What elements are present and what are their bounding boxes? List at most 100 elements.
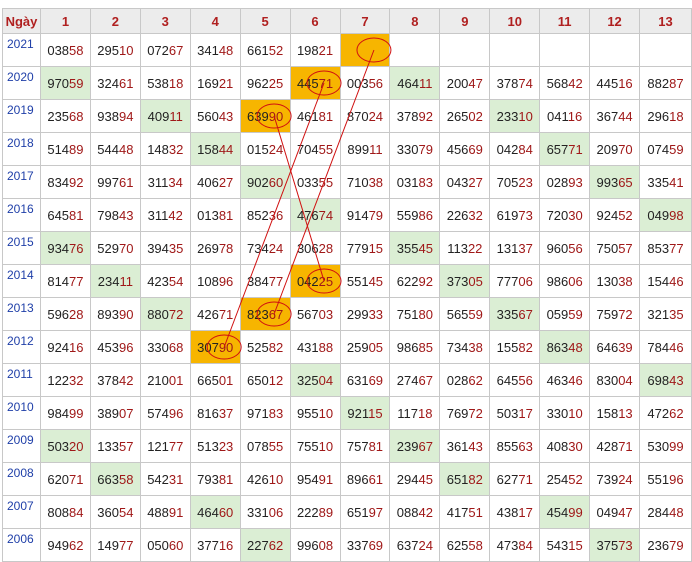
result-cell: 59628 <box>39 297 91 331</box>
result-cell: 52970 <box>89 231 141 265</box>
table-row: 2009 50320 13357 12177 51323 07855 75510 75781 2… <box>2 429 692 463</box>
number-lead: 646 <box>596 339 619 355</box>
number-tail: 42 <box>118 372 134 388</box>
result-cell: 27467 <box>389 363 441 397</box>
number-tail: 35 <box>669 306 684 322</box>
result-cell: 75781 <box>339 429 391 463</box>
number-tail: 79 <box>368 207 384 223</box>
number-tail: 74 <box>518 75 533 91</box>
number-tail: 74 <box>318 207 334 223</box>
result-cell: 79843 <box>89 198 141 232</box>
number-tail: 71 <box>568 141 583 157</box>
result-cell: 63990 <box>239 99 291 133</box>
result-cell: 02862 <box>439 363 491 397</box>
year-label: 2012 <box>2 330 41 364</box>
number-tail: 58 <box>118 471 134 487</box>
result-cell: 42354 <box>139 264 191 298</box>
number-tail: 15 <box>368 240 384 256</box>
number-lead: 757 <box>346 438 369 454</box>
number-lead: 038 <box>47 42 70 58</box>
result-cell: 55986 <box>389 198 441 232</box>
number-tail: 85 <box>418 339 433 355</box>
result-cell: 93894 <box>89 99 141 133</box>
number-tail: 17 <box>518 504 533 520</box>
number-tail: 24 <box>618 471 633 487</box>
result-cell: 45499 <box>539 495 591 529</box>
number-lead: 896 <box>346 471 369 487</box>
number-tail: 44 <box>618 108 633 124</box>
number-lead: 423 <box>147 273 169 289</box>
year-label: 2015 <box>2 231 41 265</box>
number-tail: 37 <box>218 405 234 421</box>
number-tail: 68 <box>69 108 84 124</box>
number-lead: 284 <box>647 504 670 520</box>
number-tail: 08 <box>318 537 334 553</box>
header-col-13: 13 <box>639 8 692 34</box>
number-tail: 62 <box>669 405 684 421</box>
result-cell <box>539 33 591 67</box>
number-tail: 96 <box>168 405 184 421</box>
number-lead: 028 <box>446 372 469 388</box>
number-lead: 265 <box>446 108 469 124</box>
result-cell: 66501 <box>189 363 241 397</box>
result-cell: 85377 <box>639 231 692 265</box>
result-cell: 03858 <box>39 33 91 67</box>
number-tail: 32 <box>468 207 483 223</box>
table-row: 2012 92416 45396 33068 30790 52582 43188 25905 9… <box>2 330 692 364</box>
result-cell: 00356 <box>339 66 391 100</box>
number-tail: 91 <box>318 471 334 487</box>
number-tail: 30 <box>568 438 583 454</box>
number-tail: 43 <box>118 207 134 223</box>
number-lead: 375 <box>596 537 619 553</box>
result-cell: 32135 <box>639 297 692 331</box>
number-lead: 914 <box>346 207 369 223</box>
result-cell: 77706 <box>489 264 541 298</box>
result-cell: 99608 <box>289 528 341 562</box>
result-cell: 12177 <box>139 429 191 463</box>
number-tail: 24 <box>268 141 284 157</box>
number-tail: 57 <box>118 438 134 454</box>
result-cell: 43817 <box>489 495 541 529</box>
number-lead: 130 <box>596 273 619 289</box>
result-cell: 65197 <box>339 495 391 529</box>
number-lead: 559 <box>396 207 419 223</box>
result-cell: 02893 <box>539 165 591 199</box>
year-label: 2020 <box>2 66 41 100</box>
result-cell: 46181 <box>289 99 341 133</box>
number-tail: 55 <box>318 141 334 157</box>
number-lead: 013 <box>197 207 219 223</box>
number-lead: 984 <box>47 405 70 421</box>
number-lead: 893 <box>97 306 119 322</box>
number-lead: 408 <box>546 438 569 454</box>
number-tail: 57 <box>618 240 633 256</box>
result-cell: 83004 <box>589 363 641 397</box>
number-tail: 91 <box>168 504 184 520</box>
number-tail: 25 <box>318 273 334 289</box>
number-lead: 551 <box>647 471 670 487</box>
number-lead: 307 <box>197 339 219 355</box>
result-cell: 62771 <box>489 462 541 496</box>
number-tail: 41 <box>669 174 684 190</box>
number-tail: 43 <box>669 372 684 388</box>
number-lead: 149 <box>97 537 119 553</box>
result-cell: 11718 <box>389 396 441 430</box>
result-cell: 62071 <box>39 462 91 496</box>
number-lead: 574 <box>147 405 169 421</box>
result-cell: 97183 <box>239 396 291 430</box>
number-tail: 27 <box>468 174 483 190</box>
number-lead: 899 <box>347 141 370 157</box>
result-cell: 92416 <box>39 330 91 364</box>
number-tail: 71 <box>69 471 84 487</box>
number-lead: 997 <box>97 174 119 190</box>
number-lead: 453 <box>97 339 119 355</box>
result-cell: 96225 <box>239 66 291 100</box>
result-cell: 26502 <box>439 99 491 133</box>
number-lead: 960 <box>546 240 569 256</box>
number-tail: 62 <box>268 537 284 553</box>
number-lead: 657 <box>546 141 569 157</box>
number-tail: 16 <box>69 339 84 355</box>
result-cell: 33106 <box>239 495 291 529</box>
number-lead: 863 <box>546 339 569 355</box>
result-cell: 20970 <box>589 132 641 166</box>
number-lead: 808 <box>47 504 70 520</box>
